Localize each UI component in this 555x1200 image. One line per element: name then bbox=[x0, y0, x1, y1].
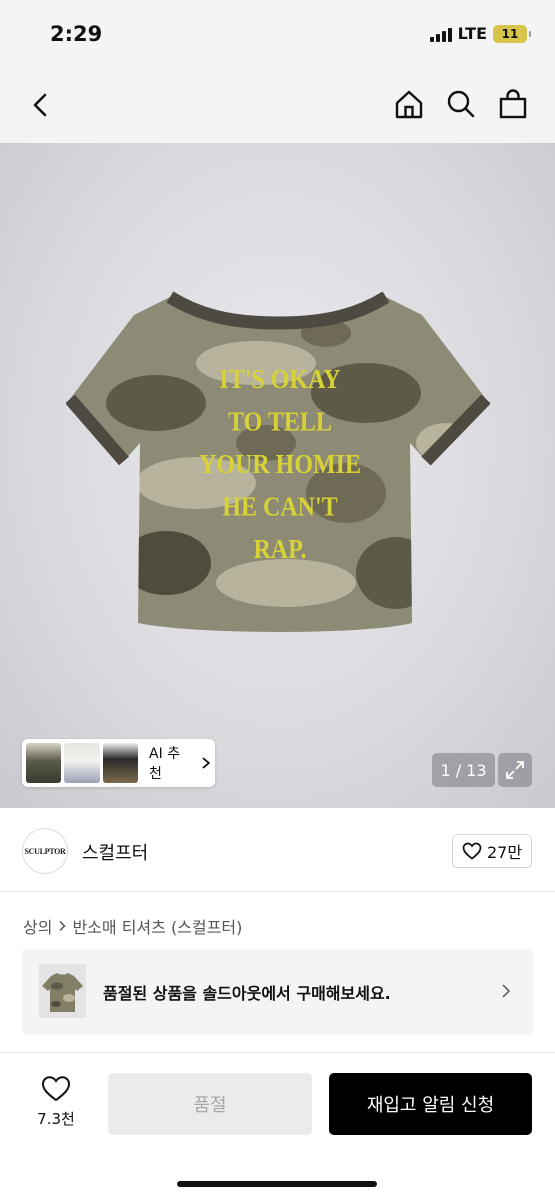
wishlist-count: 7.3천 bbox=[37, 1110, 75, 1128]
image-page-counter: 1 / 13 bbox=[432, 753, 495, 787]
search-icon[interactable] bbox=[445, 88, 477, 120]
soldout-banner[interactable]: 품절된 상품을 솔드아웃에서 구매해보세요. bbox=[22, 949, 533, 1034]
breadcrumb: 상의 반소매 티셔츠 (스컬프터) bbox=[23, 914, 242, 938]
back-icon[interactable] bbox=[26, 90, 56, 120]
expand-icon bbox=[506, 761, 524, 779]
network-label: LTE bbox=[457, 24, 487, 43]
thumbnail[interactable] bbox=[64, 743, 100, 783]
thumbnail[interactable] bbox=[26, 743, 62, 783]
product-image[interactable]: IT'S OKAY TO TELL YOUR HOMIE HE CAN'T RA… bbox=[0, 143, 555, 808]
chevron-right-icon bbox=[59, 920, 67, 932]
nav-actions bbox=[393, 88, 529, 120]
bottom-action-bar: 7.3천 품절 재입고 알림 신청 bbox=[0, 1052, 555, 1200]
chevron-right-icon bbox=[202, 757, 211, 769]
restock-alert-button[interactable]: 재입고 알림 신청 bbox=[329, 1073, 532, 1135]
home-icon[interactable] bbox=[393, 88, 425, 120]
signal-icon bbox=[429, 26, 452, 42]
thumbnail[interactable] bbox=[102, 743, 139, 783]
print-line: RAP. bbox=[253, 535, 307, 565]
ai-recommend-strip[interactable]: AI 추천 bbox=[22, 739, 215, 787]
battery-icon: 11 bbox=[493, 24, 531, 43]
wishlist-button[interactable]: 7.3천 bbox=[28, 1075, 84, 1129]
home-indicator bbox=[177, 1181, 377, 1187]
banner-thumbnail bbox=[39, 964, 86, 1018]
brand-row: SCULPTOR 스컬프터 27만 bbox=[0, 808, 555, 892]
heart-icon bbox=[41, 1076, 71, 1102]
breadcrumb-parent[interactable]: 상의 bbox=[23, 914, 52, 938]
nav-bar bbox=[0, 70, 555, 143]
print-line: TO TELL bbox=[228, 407, 332, 438]
brand-logo-text: SCULPTOR bbox=[24, 846, 66, 856]
chevron-right-icon bbox=[502, 984, 511, 998]
battery-level: 11 bbox=[501, 26, 519, 41]
breadcrumb-current[interactable]: 반소매 티셔츠 (스컬프터) bbox=[72, 914, 242, 938]
status-time: 2:29 bbox=[50, 22, 103, 46]
status-indicators: LTE 11 bbox=[429, 24, 531, 43]
print-line: YOUR HOMIE bbox=[199, 449, 361, 480]
shopping-bag-icon[interactable] bbox=[497, 88, 529, 120]
soldout-button: 품절 bbox=[108, 1073, 312, 1135]
ai-recommend-label[interactable]: AI 추천 bbox=[149, 743, 192, 783]
brand-like-button[interactable]: 27만 bbox=[452, 834, 532, 868]
status-bar: 2:29 LTE 11 bbox=[0, 0, 555, 70]
print-line: HE CAN'T bbox=[222, 492, 338, 523]
brand-like-count: 27만 bbox=[486, 843, 523, 862]
heart-icon bbox=[462, 842, 482, 860]
expand-button[interactable] bbox=[498, 753, 532, 787]
print-line: IT'S OKAY bbox=[219, 364, 341, 395]
soldout-banner-text: 품절된 상품을 솔드아웃에서 구매해보세요. bbox=[103, 984, 391, 1003]
brand-logo[interactable]: SCULPTOR bbox=[22, 828, 68, 874]
brand-name[interactable]: 스컬프터 bbox=[82, 839, 148, 865]
tshirt-print-text: IT'S OKAY TO TELL YOUR HOMIE HE CAN'T RA… bbox=[150, 359, 410, 572]
